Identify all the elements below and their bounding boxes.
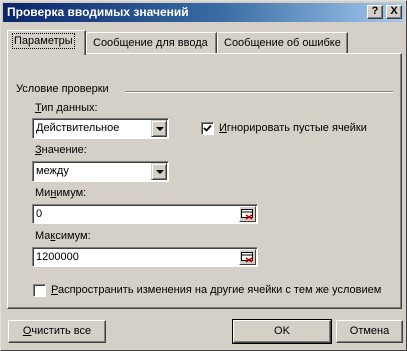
range-select-icon [241, 252, 253, 263]
tab-parameters-label: Параметры [12, 33, 75, 49]
data-type-label-text: ип данных: [41, 102, 98, 114]
ignore-blanks-label[interactable]: Игнорировать пустые ячейки [219, 122, 367, 134]
maximum-range-button[interactable] [239, 249, 256, 265]
operator-hotkey: З [35, 144, 42, 156]
help-icon: ? [371, 5, 379, 17]
apply-all-label-text: аспространить изменения на другие ячейки… [57, 284, 382, 296]
minimum-label-text: имум: [56, 187, 87, 199]
title-bar[interactable]: Проверка вводимых значений ? X [3, 3, 404, 22]
minimum-value: 0 [36, 208, 43, 220]
operator-value: между [36, 165, 69, 177]
ok-label: OK [274, 325, 290, 337]
ignore-blanks-checkbox[interactable] [201, 122, 214, 135]
tab-input-message-label: Сообщение для ввода [93, 37, 208, 49]
operator-dropdown-button[interactable] [151, 163, 167, 180]
check-mark-icon [203, 124, 212, 132]
clear-all-button[interactable]: Очистить все [8, 320, 106, 343]
data-type-value: Действительное [36, 122, 120, 134]
tab-input-message[interactable]: Сообщение для ввода [86, 32, 217, 54]
data-type-label: Тип данных: [35, 102, 98, 114]
tab-error-message[interactable]: Сообщение об ошибке [217, 32, 348, 54]
range-select-icon [241, 209, 253, 220]
cancel-label: Отмена [349, 325, 390, 337]
minimum-label: Минимум: [35, 187, 86, 199]
group-divider [125, 91, 393, 93]
minimum-input[interactable]: 0 [32, 204, 258, 224]
group-title: Условие проверки [16, 83, 109, 95]
chevron-down-icon [156, 170, 164, 174]
close-button[interactable]: X [386, 5, 402, 19]
data-type-dropdown-button[interactable] [151, 120, 167, 137]
ignore-blanks-label-text: гнорировать пустые ячейки [226, 122, 367, 134]
maximum-label-text: симум: [55, 230, 91, 242]
clear-all-label: чистить все [31, 325, 92, 337]
maximum-label-pre: Ма [35, 230, 51, 242]
apply-all-label[interactable]: Распространить изменения на другие ячейк… [51, 284, 381, 296]
minimum-range-button[interactable] [239, 206, 256, 222]
operator-select[interactable]: между [32, 161, 169, 182]
operator-label: Значение: [35, 144, 87, 156]
data-validation-dialog: Проверка вводимых значений ? X Параметры… [0, 0, 407, 351]
tab-error-message-label: Сообщение об ошибке [224, 37, 341, 49]
ok-button[interactable]: OK [232, 319, 332, 344]
window-title: Проверка вводимых значений [7, 5, 189, 19]
maximum-label: Максимум: [35, 230, 91, 242]
minimum-label-pre: Ми [35, 187, 51, 199]
operator-label-text: начение: [41, 144, 87, 156]
help-button[interactable]: ? [367, 5, 383, 19]
apply-all-hotkey: Р [51, 284, 58, 296]
maximum-input[interactable]: 1200000 [32, 247, 258, 267]
maximum-value: 1200000 [36, 251, 79, 263]
data-type-select[interactable]: Действительное [32, 118, 169, 139]
apply-all-checkbox[interactable] [33, 284, 46, 297]
ignore-blanks-hotkey: И [219, 122, 227, 134]
cancel-button[interactable]: Отмена [336, 320, 403, 343]
chevron-down-icon [156, 127, 164, 131]
tab-parameters[interactable]: Параметры [7, 30, 86, 55]
close-icon: X [390, 5, 398, 17]
